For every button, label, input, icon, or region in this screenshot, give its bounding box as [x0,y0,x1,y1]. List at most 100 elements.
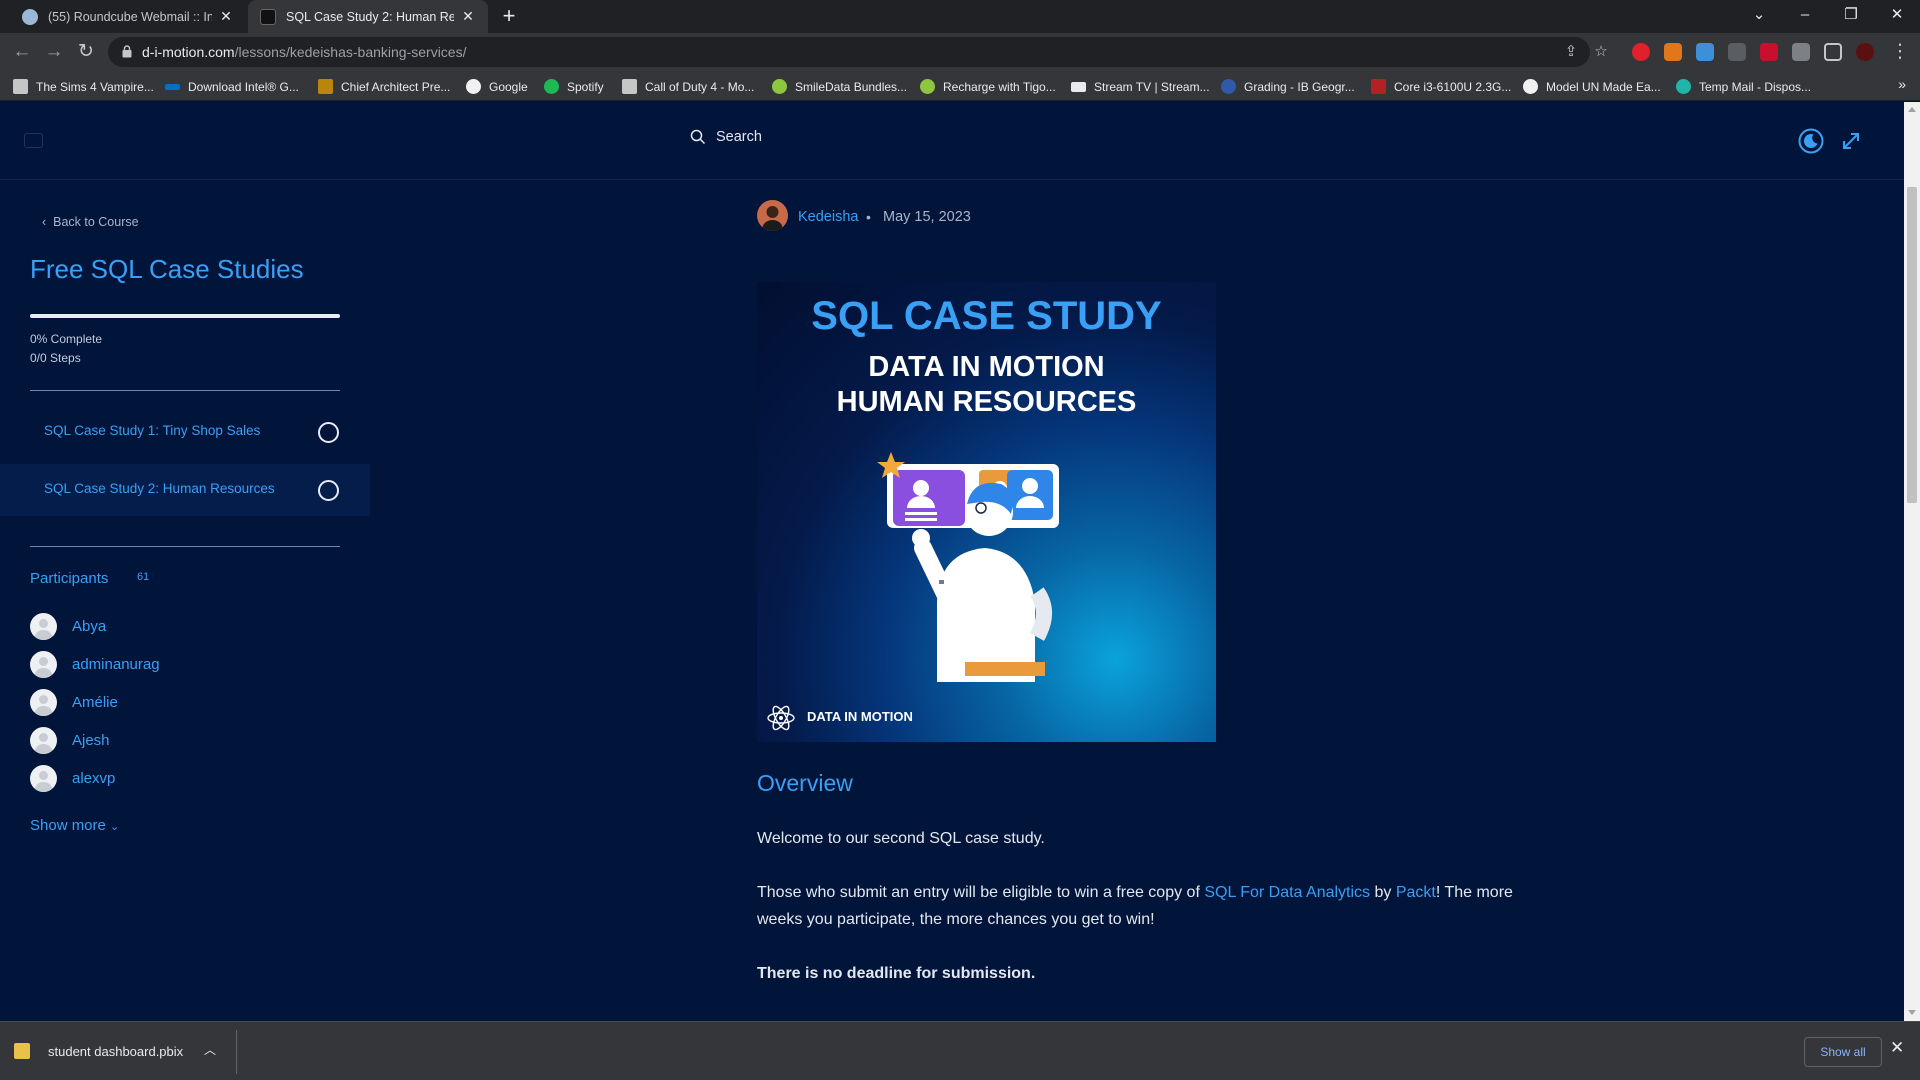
menu-kebab-icon[interactable]: ⋮ [1886,38,1914,66]
divider [236,1030,237,1074]
sidebar-toggle-icon[interactable] [24,133,43,148]
profile-avatar[interactable] [1856,43,1874,61]
show-all-downloads-button[interactable]: Show all [1804,1037,1882,1067]
bookmark-item[interactable]: Core i3-6100U 2.3G... [1371,78,1511,95]
hero-title: SQL CASE STUDY [811,294,1162,338]
participant-item[interactable]: Ajesh [30,726,110,754]
cpu-site-icon [1371,79,1386,94]
participant-name: adminanurag [72,655,160,673]
bookmark-item[interactable]: Grading - IB Geogr... [1221,78,1355,95]
avatar [30,688,57,716]
fullscreen-expand-icon[interactable] [1836,126,1866,156]
participant-item[interactable]: alexvp [30,764,115,792]
search-label: Search [716,129,762,145]
bookmark-item[interactable]: Chief Architect Pre... [318,78,450,95]
puzzle-extensions-icon[interactable] [1792,43,1810,61]
bookmark-item[interactable]: Stream TV | Stream... [1071,78,1210,95]
bookmark-item[interactable]: The Sims 4 Vampire... [13,78,154,95]
stats-extension-icon[interactable] [1728,43,1746,61]
bookmark-item[interactable]: SmileData Bundles... [772,78,907,95]
close-icon[interactable]: ✕ [218,8,234,25]
scrollbar-thumb[interactable] [1907,187,1917,503]
person-with-profile-cards-illustration [877,452,1059,682]
bookmark-item[interactable]: Recharge with Tigo... [920,78,1056,95]
side-panel-icon[interactable] [1824,43,1842,61]
translate-extension-icon[interactable] [1696,43,1714,61]
address-bar[interactable]: d-i-motion.com/lessons/kedeishas-banking… [108,37,1608,67]
bookmark-item[interactable]: Spotify [544,78,604,95]
avatar [30,726,57,754]
lesson-item-human-resources[interactable]: SQL Case Study 2: Human Resources [0,464,370,516]
minimize-icon[interactable]: – [1782,0,1828,33]
opera-extension-icon[interactable] [1632,43,1650,61]
hero-brand-label: DATA IN MOTION [807,709,913,724]
chief-architect-icon [318,79,333,94]
bookmark-star-icon[interactable]: ☆ [1590,41,1612,63]
lock-icon [122,45,132,58]
bookmark-item[interactable]: Download Intel® G... [165,78,299,95]
lesson-label: SQL Case Study 2: Human Resources [44,481,275,496]
download-file-name: student dashboard.pbix [48,1043,184,1059]
tab-title: SQL Case Study 2: Human Resou [286,9,454,24]
share-icon[interactable]: ⇪ [1560,41,1582,63]
back-to-course-link[interactable]: ‹ Back to Course [42,215,139,229]
sql-for-data-analytics-link[interactable]: SQL For Data Analytics [1204,884,1370,901]
chevron-up-icon[interactable]: ︿ [204,1041,216,1058]
site-favicon-icon [260,8,276,25]
participants-heading: Participants [30,570,109,587]
close-icon[interactable]: ✕ [1890,1038,1904,1058]
window-close-icon[interactable]: ✕ [1874,0,1920,33]
roundcube-favicon-icon [22,8,38,25]
participant-item[interactable]: Abya [30,612,106,640]
participants-count: 61 [137,571,150,583]
tab-roundcube[interactable]: (55) Roundcube Webmail :: Inbox ✕ [10,0,246,33]
lesson-item-tiny-shop-sales[interactable]: SQL Case Study 1: Tiny Shop Sales [0,406,370,458]
scroll-up-arrow-icon[interactable] [1908,107,1916,112]
pbix-file-icon [14,1043,30,1059]
back-arrow-icon[interactable]: ← [8,38,36,66]
progress-steps-label: 0/0 Steps [30,351,81,365]
page-scrollbar[interactable] [1904,102,1920,1021]
tab-search-chevron-icon[interactable]: ⌄ [1736,0,1782,33]
lastpass-extension-icon[interactable] [1760,43,1778,61]
google-icon [466,79,481,94]
new-tab-plus-icon[interactable]: + [496,4,522,30]
lesson-label: SQL Case Study 1: Tiny Shop Sales [44,423,261,438]
temp-mail-icon [1676,79,1691,94]
reload-icon[interactable]: ↻ [72,38,100,66]
bookmark-page-icon [622,79,637,94]
bookmarks-bar: The Sims 4 Vampire... Download Intel® G.… [0,71,1920,101]
bookmark-page-icon [13,79,28,94]
divider [30,390,340,391]
download-item[interactable]: student dashboard.pbix [14,1036,183,1066]
bookmark-item[interactable]: Google [466,78,528,95]
restore-icon[interactable]: ❐ [1828,0,1874,33]
tigo-icon [920,79,935,94]
bookmark-item[interactable]: Call of Duty 4 - Mo... [622,78,754,95]
page-content: Search ‹ Back to Course Free SQL Case St… [0,102,1904,1021]
course-title[interactable]: Free SQL Case Studies [30,254,304,285]
bookmarks-overflow-icon[interactable]: » [1898,76,1906,92]
forward-arrow-icon[interactable]: → [40,38,68,66]
lesson-status-circle-icon [318,422,339,443]
spotify-icon [544,79,559,94]
author-avatar[interactable] [757,200,788,231]
show-more-button[interactable]: Show more ⌄ [30,817,119,834]
participant-name: Abya [72,617,107,635]
deadline-paragraph: There is no deadline for submission. [757,965,1036,982]
divider [30,546,340,547]
dark-mode-toggle-icon[interactable] [1796,126,1826,156]
search-button[interactable]: Search [690,129,762,145]
chevron-down-icon: ⌄ [110,821,120,833]
metamask-extension-icon[interactable] [1664,43,1682,61]
author-name-link[interactable]: Kedeisha [798,209,858,225]
participant-item[interactable]: adminanurag [30,650,160,678]
search-icon [690,129,706,145]
participant-item[interactable]: Amélie [30,688,118,716]
bookmark-item[interactable]: Temp Mail - Dispos... [1676,78,1811,95]
scroll-down-arrow-icon[interactable] [1908,1010,1916,1015]
packt-link[interactable]: Packt [1396,884,1436,901]
bookmark-item[interactable]: Model UN Made Ea... [1523,78,1661,95]
close-icon[interactable]: ✕ [460,8,476,25]
tab-sql-case-study[interactable]: SQL Case Study 2: Human Resou ✕ [248,0,488,33]
